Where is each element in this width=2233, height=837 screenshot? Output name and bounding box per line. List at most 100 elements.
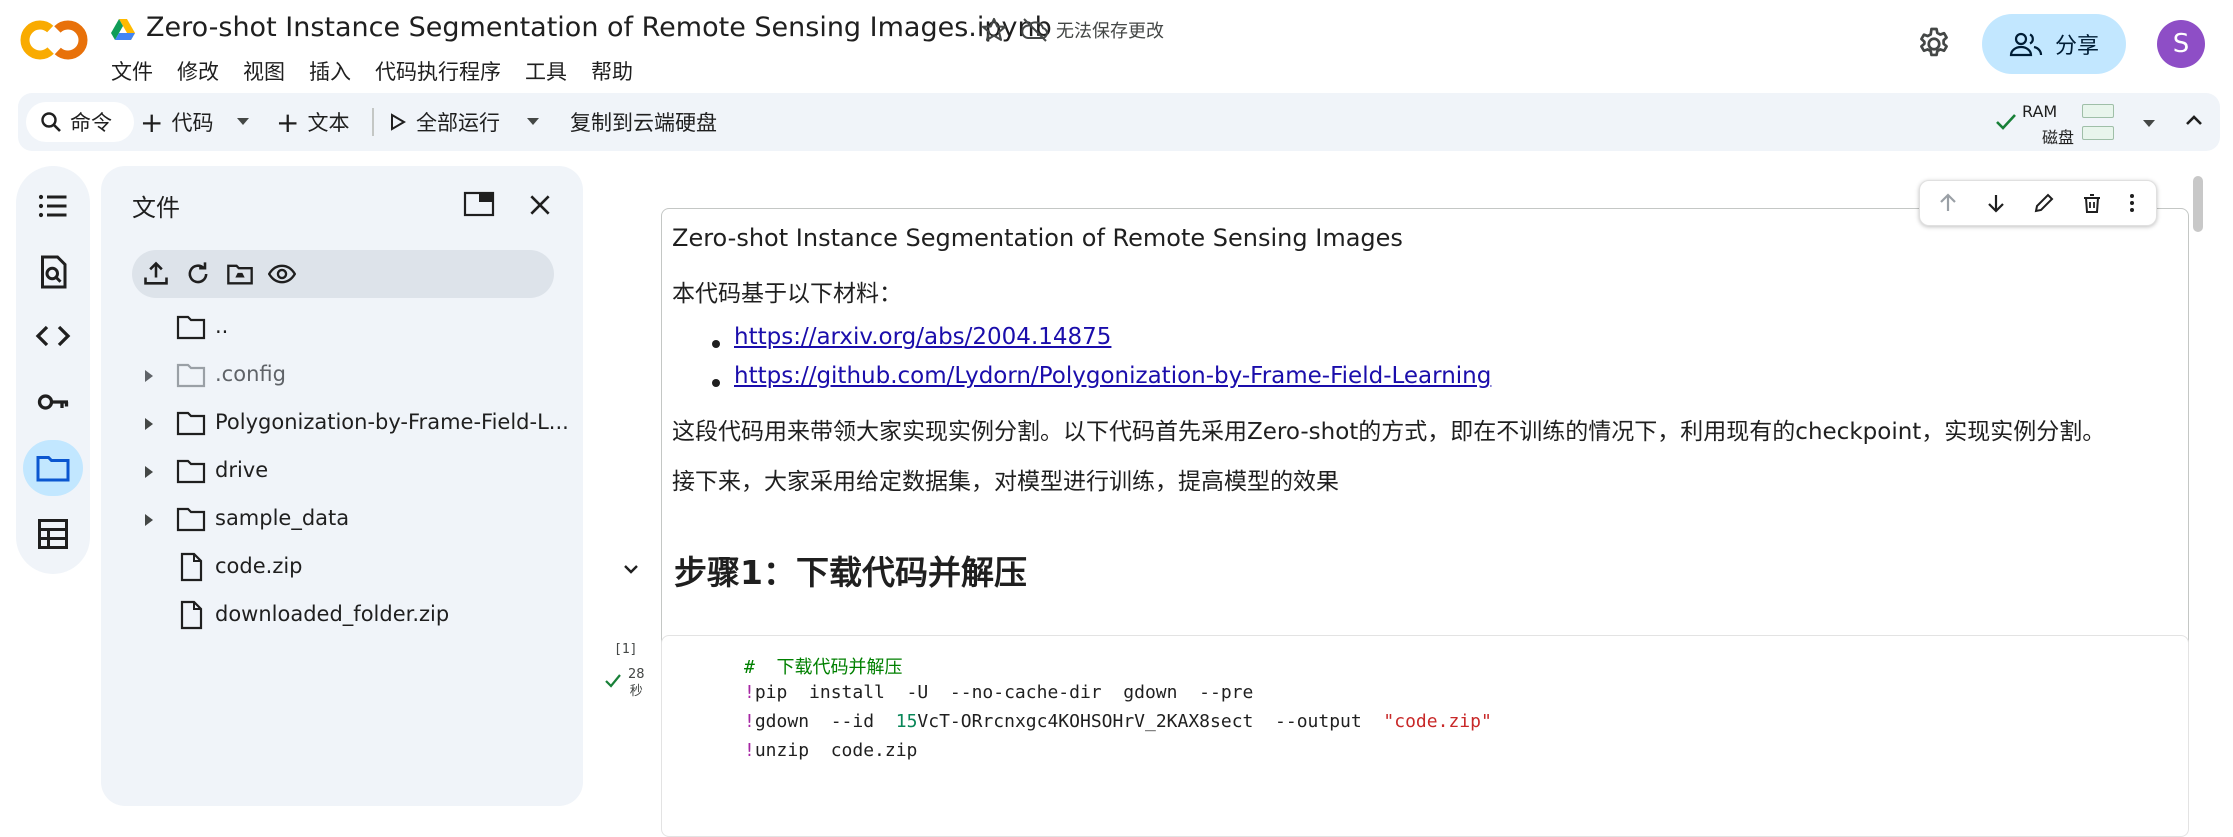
menu-bar: 文件 修改 视图 插入 代码执行程序 工具 帮助 <box>111 56 657 86</box>
file-row-code-zip[interactable]: code.zip <box>131 550 571 586</box>
link-arxiv[interactable]: https://arxiv.org/abs/2004.14875 <box>734 324 1111 350</box>
code-number: 15 <box>895 711 918 732</box>
file-name: code.zip <box>215 554 303 578</box>
file-name: Polygonization-by-Frame-Field-L... <box>215 410 569 434</box>
shell-bang: ! <box>744 682 755 703</box>
people-icon <box>2009 32 2043 57</box>
connected-check-icon[interactable] <box>1994 111 2018 133</box>
code-options-caret-icon[interactable] <box>236 117 250 127</box>
plus-icon: + <box>140 105 164 139</box>
gear-icon[interactable] <box>1916 26 1952 62</box>
file-name: downloaded_folder.zip <box>215 602 450 626</box>
file-name: sample_data <box>215 506 350 530</box>
link-github[interactable]: https://github.com/Lydorn/Polygonization… <box>734 363 1491 389</box>
ram-usage-bar[interactable] <box>2082 104 2114 118</box>
section-heading: 步骤1：下载代码并解压 <box>674 553 1027 592</box>
cell-toolbar <box>1919 180 2157 226</box>
ram-label: RAM <box>2022 102 2058 121</box>
file-row-config[interactable]: .config <box>131 358 571 394</box>
markdown-paragraph-1: 这段代码用来带领大家实现实例分割。以下代码首先采用Zero-shot的方式，即在… <box>672 419 2106 445</box>
copy-to-drive-button[interactable]: 复制到云端硬盘 <box>570 93 717 151</box>
menu-runtime[interactable]: 代码执行程序 <box>375 56 501 86</box>
disk-label: 磁盘 <box>2042 128 2075 147</box>
menu-help[interactable]: 帮助 <box>591 56 633 86</box>
unsaved-status[interactable]: 无法保存更改 <box>1056 17 1164 43</box>
close-icon[interactable] <box>527 192 553 218</box>
delete-trash-icon[interactable] <box>2080 191 2104 215</box>
list-bullet <box>712 340 720 348</box>
run-options-caret-icon[interactable] <box>526 117 540 127</box>
find-replace-icon[interactable] <box>35 254 71 290</box>
menu-tools[interactable]: 工具 <box>525 56 567 86</box>
expand-arrow-icon[interactable] <box>141 464 157 480</box>
open-in-tab-icon[interactable] <box>463 190 495 218</box>
expand-arrow-icon[interactable] <box>141 512 157 528</box>
file-row-drive[interactable]: drive <box>131 454 571 490</box>
google-drive-icon <box>111 19 135 40</box>
code-snippets-icon[interactable] <box>35 318 71 354</box>
folder-icon <box>176 363 206 388</box>
execution-count: [1] <box>614 642 638 657</box>
code-text: unzip code.zip <box>754 740 918 761</box>
file-icon <box>180 552 203 582</box>
markdown-heading: Zero-shot Instance Segmentation of Remot… <box>672 224 1403 252</box>
notebook-scrollbar[interactable] <box>2193 176 2203 232</box>
code-line-gdown: !gdown --id 15VcT-ORrcnxgc4KOHSOHrV_2KAX… <box>744 711 1492 732</box>
data-table-icon[interactable] <box>35 516 71 552</box>
file-name: drive <box>215 458 269 482</box>
file-row-sample-data[interactable]: sample_data <box>131 502 571 538</box>
collapse-section-chevron-icon[interactable] <box>620 558 642 580</box>
share-label: 分享 <box>2054 34 2099 59</box>
add-code-button[interactable]: + 代码 <box>140 93 213 151</box>
move-cell-up-icon[interactable] <box>1936 191 1960 215</box>
upload-icon[interactable] <box>142 260 170 288</box>
table-of-contents-icon[interactable] <box>35 188 71 224</box>
file-row-polygonization[interactable]: Polygonization-by-Frame-Field-L... <box>131 406 571 442</box>
add-text-label: 文本 <box>307 111 350 135</box>
notebook-title[interactable]: Zero-shot Instance Segmentation of Remot… <box>146 12 1052 43</box>
code-text: VcT-ORrcnxgc4KOHSOHrV_2KAX8sect --output <box>917 711 1384 732</box>
share-button[interactable]: 分享 <box>1982 14 2126 74</box>
menu-file[interactable]: 文件 <box>111 56 153 86</box>
files-folder-icon[interactable] <box>35 450 71 486</box>
panel-title: 文件 <box>132 194 180 222</box>
file-row-parent[interactable]: .. <box>131 310 571 346</box>
code-line-unzip: !unzip code.zip <box>744 740 917 761</box>
left-rail <box>16 166 90 574</box>
menu-insert[interactable]: 插入 <box>309 56 351 86</box>
search-icon <box>41 112 61 132</box>
run-all-button[interactable]: 全部运行 <box>390 93 500 151</box>
plus-icon: + <box>276 105 300 139</box>
expand-arrow-icon[interactable] <box>141 416 157 432</box>
folder-icon <box>176 411 206 436</box>
file-row-downloaded-folder-zip[interactable]: downloaded_folder.zip <box>131 598 571 634</box>
notebook-area: Zero-shot Instance Segmentation of Remot… <box>596 166 2233 837</box>
menu-edit[interactable]: 修改 <box>177 56 219 86</box>
menu-view[interactable]: 视图 <box>243 56 285 86</box>
code-comment-line: # 下载代码并解压 <box>744 657 903 678</box>
user-avatar[interactable]: S <box>2157 20 2205 68</box>
more-vert-icon[interactable] <box>2120 191 2144 215</box>
expand-arrow-icon[interactable] <box>141 368 157 384</box>
file-name: .. <box>215 314 229 338</box>
play-icon <box>391 113 406 131</box>
disk-usage-bar[interactable] <box>2082 126 2114 140</box>
move-cell-down-icon[interactable] <box>1984 191 2008 215</box>
refresh-icon[interactable] <box>184 260 212 288</box>
command-palette-button[interactable]: 命令 <box>26 102 134 142</box>
cloud-off-icon[interactable] <box>1020 16 1050 44</box>
star-icon[interactable] <box>980 16 1008 44</box>
show-hidden-eye-icon[interactable] <box>268 260 296 288</box>
mount-drive-folder-icon[interactable] <box>226 260 254 288</box>
execution-time: 28 秒 <box>628 666 645 700</box>
edit-pencil-icon[interactable] <box>2032 191 2056 215</box>
execution-time-value: 28 <box>628 667 645 682</box>
code-text: pip install -U --no-cache-dir gdown --pr… <box>754 682 1254 703</box>
add-text-button[interactable]: + 文本 <box>276 93 349 151</box>
folder-icon <box>176 459 206 484</box>
colab-logo[interactable] <box>20 20 88 60</box>
collapse-toolbar-icon[interactable] <box>2184 113 2204 127</box>
folder-icon <box>176 315 206 340</box>
resources-caret-icon[interactable] <box>2142 119 2156 129</box>
secrets-key-icon[interactable] <box>35 384 71 420</box>
